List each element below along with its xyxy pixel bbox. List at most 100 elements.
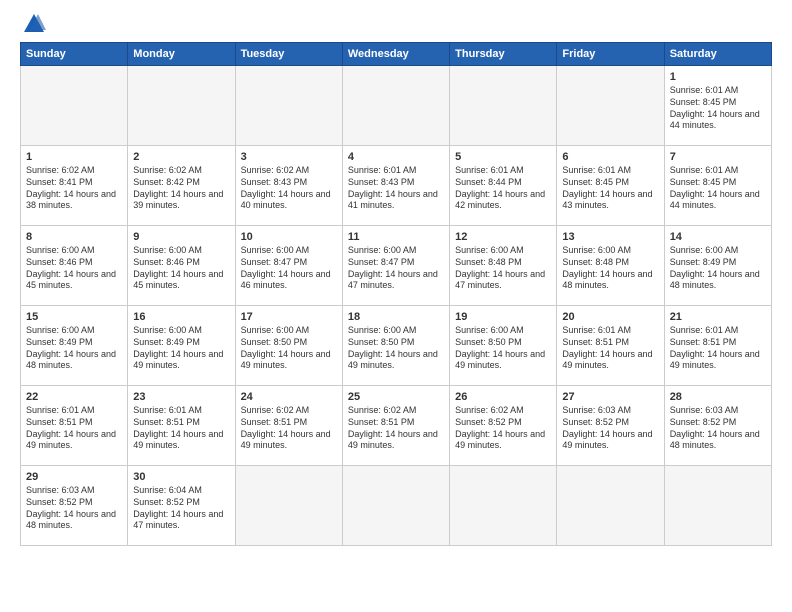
sunrise-text: Sunrise: 6:02 AM: [133, 165, 202, 175]
logo: [20, 16, 46, 32]
sunrise-text: Sunrise: 6:01 AM: [562, 165, 631, 175]
daylight-text: Daylight: 14 hours and 40 minutes.: [241, 189, 331, 211]
calendar-cell: 17Sunrise: 6:00 AMSunset: 8:50 PMDayligh…: [235, 306, 342, 386]
daylight-text: Daylight: 14 hours and 48 minutes.: [26, 509, 116, 531]
calendar-cell: 29Sunrise: 6:03 AMSunset: 8:52 PMDayligh…: [21, 466, 128, 546]
calendar-cell: 1Sunrise: 6:02 AMSunset: 8:41 PMDaylight…: [21, 146, 128, 226]
daylight-text: Daylight: 14 hours and 38 minutes.: [26, 189, 116, 211]
daylight-text: Daylight: 14 hours and 43 minutes.: [562, 189, 652, 211]
sunset-text: Sunset: 8:43 PM: [348, 177, 415, 187]
daylight-text: Daylight: 14 hours and 49 minutes.: [241, 349, 331, 371]
calendar-cell: 2Sunrise: 6:02 AM Sunset: 8:42 PM Daylight…: [128, 146, 235, 226]
calendar-cell: 5Sunrise: 6:01 AMSunset: 8:44 PMDaylight…: [450, 146, 557, 226]
sunrise-text: Sunrise: 6:00 AM: [348, 245, 417, 255]
sunrise-text: Sunrise: 6:01 AM: [562, 325, 631, 335]
sunset-text: Sunset: 8:51 PM: [241, 417, 308, 427]
day-number: 1: [670, 70, 766, 84]
day-number: 15: [26, 310, 122, 324]
sunrise-text: Sunrise: 6:03 AM: [26, 485, 95, 495]
header: [20, 16, 772, 32]
day-number: 20: [562, 310, 658, 324]
daylight-text: Daylight: 14 hours and 48 minutes.: [26, 349, 116, 371]
sunrise-text: Sunrise: 6:04 AM: [133, 485, 202, 495]
sunset-text: Sunset: 8:52 PM: [670, 417, 737, 427]
calendar-week-3: 15Sunrise: 6:00 AMSunset: 8:49 PMDayligh…: [21, 306, 772, 386]
daylight-text: Daylight: 14 hours and 49 minutes.: [26, 429, 116, 451]
sunrise-text: Sunrise: 6:00 AM: [455, 325, 524, 335]
sunset-text: Sunset: 8:47 PM: [241, 257, 308, 267]
daylight-text: Daylight: 14 hours and 42 minutes.: [455, 189, 545, 211]
calendar-cell: [128, 66, 235, 146]
day-number: 13: [562, 230, 658, 244]
sunset-text: Sunset: 8:51 PM: [670, 337, 737, 347]
sunrise-text: Sunrise: 6:00 AM: [348, 325, 417, 335]
daylight-text: Daylight: 14 hours and 49 minutes.: [133, 349, 223, 371]
sunset-text: Sunset: 8:46 PM: [133, 257, 200, 267]
daylight-text: Daylight: 14 hours and 49 minutes.: [455, 429, 545, 451]
sunrise-text: Sunrise: 6:01 AM: [133, 405, 202, 415]
calendar-cell: [450, 66, 557, 146]
calendar-cell: [342, 66, 449, 146]
day-number: 10: [241, 230, 337, 244]
col-header-friday: Friday: [557, 43, 664, 66]
sunset-text: Sunset: 8:42 PM: [133, 177, 200, 187]
calendar-week-0: 1Sunrise: 6:01 AMSunset: 8:45 PMDaylight…: [21, 66, 772, 146]
calendar-cell: 27Sunrise: 6:03 AMSunset: 8:52 PMDayligh…: [557, 386, 664, 466]
daylight-text: Daylight: 14 hours and 49 minutes.: [348, 429, 438, 451]
daylight-text: Daylight: 14 hours and 45 minutes.: [26, 269, 116, 291]
calendar-cell: [664, 466, 771, 546]
day-number: 1: [26, 150, 122, 164]
daylight-text: Daylight: 14 hours and 49 minutes.: [455, 349, 545, 371]
calendar-week-1: 1 Sunrise: 6:02 AM Sunset: 8:41 PM Daylight…: [21, 146, 772, 226]
sunset-text: Sunset: 8:41 PM: [26, 177, 93, 187]
daylight-text: Daylight: 14 hours and 49 minutes.: [562, 349, 652, 371]
daylight-text: Daylight: 14 hours and 48 minutes.: [670, 269, 760, 291]
calendar-cell: 25Sunrise: 6:02 AMSunset: 8:51 PMDayligh…: [342, 386, 449, 466]
day-number: 23: [133, 390, 229, 404]
calendar-cell: 26Sunrise: 6:02 AM Sunset: 8:52 PM Dayligh…: [450, 386, 557, 466]
day-number: 21: [670, 310, 766, 324]
daylight-text: Daylight: 14 hours and 44 minutes.: [670, 109, 760, 131]
sunrise-text: Sunrise: 6:00 AM: [241, 325, 310, 335]
calendar-cell: 16Sunrise: 6:00 AMSunset: 8:49 PMDayligh…: [128, 306, 235, 386]
sunrise-text: Sunrise: 6:02 AM: [241, 165, 310, 175]
sunset-text: Sunset: 8:46 PM: [26, 257, 93, 267]
sunset-text: Sunset: 8:52 PM: [455, 417, 522, 427]
day-number: 22: [26, 390, 122, 404]
calendar-cell: [342, 466, 449, 546]
sunrise-text: Sunrise: 6:00 AM: [26, 245, 95, 255]
sunrise-text: Sunrise: 6:02 AM: [455, 405, 524, 415]
calendar-cell: [235, 66, 342, 146]
calendar-table: SundayMondayTuesdayWednesdayThursdayFrid…: [20, 42, 772, 546]
sunrise-text: Sunrise: 6:02 AM: [241, 405, 310, 415]
calendar-cell: 12Sunrise: 6:00 AMSunset: 8:48 PMDayligh…: [450, 226, 557, 306]
calendar-cell: 4Sunrise: 6:01 AMSunset: 8:43 PMDaylight…: [342, 146, 449, 226]
day-number: 30: [133, 470, 229, 484]
day-number: 26: [455, 390, 551, 404]
sunrise-text: Sunrise: 6:01 AM: [670, 85, 739, 95]
day-number: 4: [348, 150, 444, 164]
calendar-cell: 19Sunrise: 6:00 AMSunset: 8:50 PMDayligh…: [450, 306, 557, 386]
calendar-cell: 30Sunrise: 6:04 AMSunset: 8:52 PMDayligh…: [128, 466, 235, 546]
day-number: 29: [26, 470, 122, 484]
sunrise-text: Sunrise: 6:00 AM: [241, 245, 310, 255]
day-number: 6: [562, 150, 658, 164]
sunset-text: Sunset: 8:47 PM: [348, 257, 415, 267]
calendar-cell: [450, 466, 557, 546]
calendar-cell: 8Sunrise: 6:00 AMSunset: 8:46 PMDaylight…: [21, 226, 128, 306]
day-number: 2: [133, 150, 229, 164]
col-header-thursday: Thursday: [450, 43, 557, 66]
calendar-cell: 13Sunrise: 6:00 AMSunset: 8:48 PMDayligh…: [557, 226, 664, 306]
daylight-text: Daylight: 14 hours and 39 minutes.: [133, 189, 223, 211]
daylight-text: Daylight: 14 hours and 49 minutes.: [348, 349, 438, 371]
calendar-week-5: 29Sunrise: 6:03 AMSunset: 8:52 PMDayligh…: [21, 466, 772, 546]
calendar-cell: 20Sunrise: 6:01 AM Sunset: 8:51 PM Dayligh…: [557, 306, 664, 386]
calendar-cell: [557, 466, 664, 546]
daylight-text: Daylight: 14 hours and 44 minutes.: [670, 189, 760, 211]
sunset-text: Sunset: 8:44 PM: [455, 177, 522, 187]
sunset-text: Sunset: 8:51 PM: [562, 337, 629, 347]
sunset-text: Sunset: 8:45 PM: [670, 177, 737, 187]
sunrise-text: Sunrise: 6:01 AM: [348, 165, 417, 175]
sunset-text: Sunset: 8:50 PM: [455, 337, 522, 347]
sunrise-text: Sunrise: 6:03 AM: [670, 405, 739, 415]
